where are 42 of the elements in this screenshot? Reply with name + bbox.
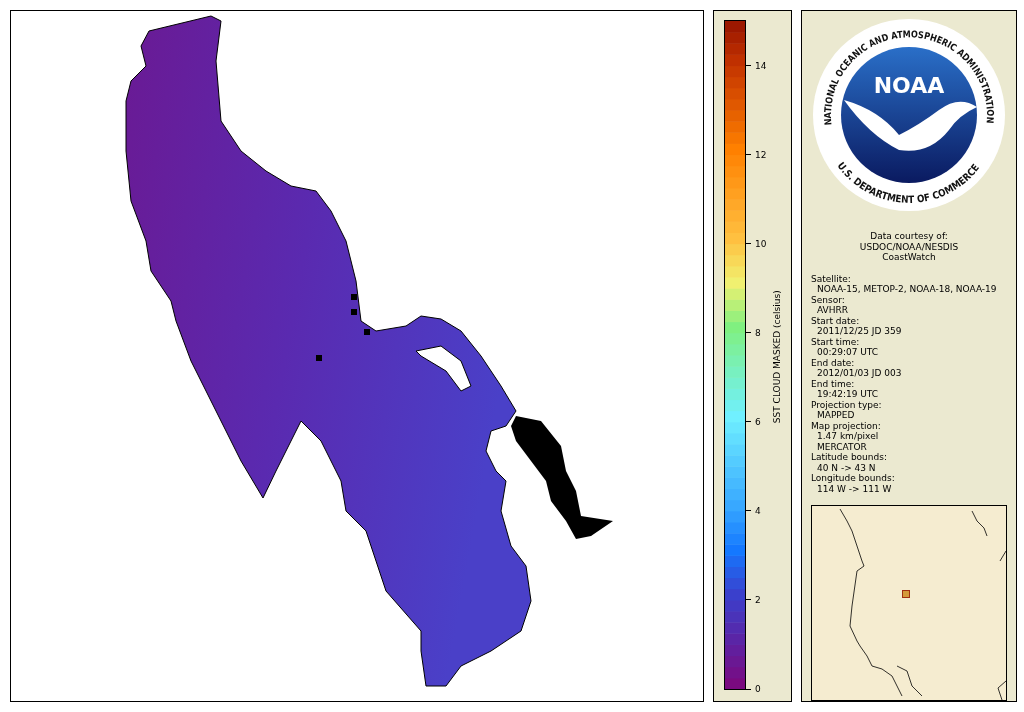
info-label: Projection type: bbox=[811, 399, 883, 410]
tick-mark bbox=[746, 599, 751, 601]
tick-label: 12 bbox=[755, 148, 767, 161]
info-label: End date: bbox=[811, 357, 856, 368]
tick-label: 2 bbox=[755, 593, 761, 606]
tick-mark bbox=[746, 154, 751, 156]
credit-text: Data courtesy of: bbox=[870, 231, 948, 242]
tick-label: 6 bbox=[755, 415, 761, 428]
info-value: NOAA-15, METOP-2, NOAA-18, NOAA-19 bbox=[816, 284, 997, 295]
tick-mark bbox=[746, 332, 751, 334]
credit-text: USDOC/NOAA/NESDIS bbox=[859, 241, 959, 252]
info-label: Satellite: bbox=[811, 273, 852, 284]
credit-text: CoastWatch bbox=[882, 252, 936, 263]
tick-label: 8 bbox=[755, 326, 761, 339]
info-value: 114 W -> 111 W bbox=[816, 483, 893, 494]
tick-mark bbox=[746, 421, 751, 423]
info-value: 40 N -> 43 N bbox=[816, 462, 877, 473]
info-label: Map projection: bbox=[811, 420, 882, 431]
info-value: 2011/12/25 JD 359 bbox=[816, 326, 903, 337]
info-label: Start time: bbox=[811, 336, 861, 347]
tick-mark bbox=[746, 243, 751, 245]
tick-label: 10 bbox=[755, 237, 767, 250]
info-value: 1.47 km/pixel bbox=[816, 431, 880, 442]
region-marker-icon bbox=[902, 590, 910, 598]
info-value: 2012/01/03 JD 003 bbox=[816, 368, 903, 379]
info-value: MAPPED bbox=[816, 410, 856, 421]
info-label: Longitude bounds: bbox=[811, 473, 896, 484]
tick-mark bbox=[746, 65, 751, 67]
info-value: AVHRR bbox=[816, 305, 849, 316]
info-value: 00:29:07 UTC bbox=[816, 347, 880, 358]
info-value: MERCATOR bbox=[816, 441, 868, 452]
info-value: 19:42:19 UTC bbox=[816, 389, 880, 400]
info-label: Start date: bbox=[811, 315, 861, 326]
tick-mark bbox=[746, 688, 751, 690]
tick-label: 0 bbox=[755, 683, 761, 695]
tick-mark bbox=[746, 510, 751, 512]
info-label: Latitude bounds: bbox=[811, 452, 888, 463]
legend-title: SST CLOUD MASKED (celsius) bbox=[770, 290, 783, 424]
tick-label: 14 bbox=[755, 59, 767, 72]
info-label: Sensor: bbox=[811, 294, 846, 305]
info-label: End time: bbox=[811, 378, 856, 389]
tick-label: 4 bbox=[755, 504, 761, 517]
